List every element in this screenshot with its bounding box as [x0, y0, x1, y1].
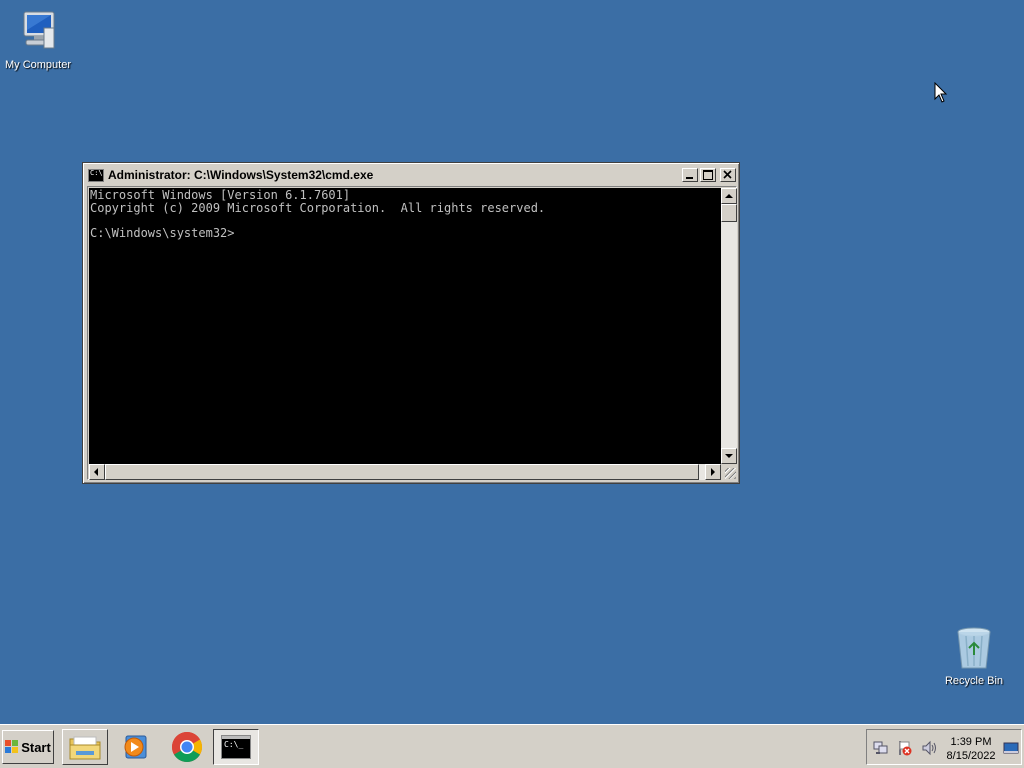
windows-flag-icon	[5, 740, 19, 754]
desktop: My Computer Recycle Bin C:\ Administrato…	[0, 0, 1024, 724]
console-frame: Microsoft Windows [Version 6.1.7601] Copy…	[87, 186, 737, 480]
chrome-icon	[171, 732, 203, 763]
system-tray: 1:39 PM 8/15/2022	[866, 729, 1022, 765]
action-center-icon[interactable]	[897, 740, 913, 756]
vertical-scroll-thumb[interactable]	[721, 204, 737, 222]
show-desktop-icon[interactable]	[1003, 740, 1019, 756]
maximize-button[interactable]	[700, 168, 716, 182]
vertical-scrollbar[interactable]	[721, 188, 737, 464]
console-prompt-line: C:\Windows\system32>	[90, 225, 235, 240]
scroll-right-button[interactable]	[705, 464, 721, 480]
volume-icon[interactable]	[921, 740, 937, 756]
my-computer-icon	[14, 8, 62, 56]
cmd-icon: C:\_	[221, 735, 251, 759]
close-button[interactable]	[720, 168, 736, 182]
network-icon[interactable]	[873, 740, 889, 756]
clock-date: 8/15/2022	[946, 750, 996, 762]
scroll-down-button[interactable]	[721, 448, 737, 464]
horizontal-scroll-thumb[interactable]	[105, 464, 699, 480]
taskbar-chrome-button[interactable]	[164, 729, 210, 765]
start-label: Start	[21, 739, 51, 755]
cmd-titlebar[interactable]: C:\ Administrator: C:\Windows\System32\c…	[86, 166, 736, 184]
close-icon	[723, 170, 732, 179]
media-player-icon	[124, 735, 147, 759]
my-computer-shortcut[interactable]: My Computer	[0, 8, 76, 72]
console-output[interactable]: Microsoft Windows [Version 6.1.7601] Copy…	[89, 188, 721, 464]
tray-clock[interactable]: 1:39 PM 8/15/2022	[939, 735, 1003, 763]
scroll-left-button[interactable]	[89, 464, 105, 480]
taskbar-cmd-button[interactable]: C:\_	[213, 729, 259, 765]
recycle-bin-icon	[950, 624, 998, 672]
recycle-bin-label: Recycle Bin	[944, 675, 1004, 687]
taskbar-explorer-button[interactable]	[62, 729, 108, 765]
my-computer-label: My Computer	[4, 59, 72, 71]
folder-icon	[69, 736, 101, 760]
horizontal-scrollbar[interactable]	[89, 464, 721, 480]
console-line: Microsoft Windows [Version 6.1.7601]	[90, 188, 351, 202]
scroll-up-button[interactable]	[721, 188, 737, 204]
cmd-window-icon[interactable]: C:\	[88, 168, 104, 182]
taskbar: Start C:\_ 1:39 PM 8/15/2022	[0, 724, 1024, 768]
cmd-window[interactable]: C:\ Administrator: C:\Windows\System32\c…	[82, 162, 740, 484]
taskbar-media-player-button[interactable]	[112, 729, 158, 765]
start-button[interactable]: Start	[2, 730, 54, 764]
cmd-window-title: Administrator: C:\Windows\System32\cmd.e…	[108, 168, 374, 182]
clock-time: 1:39 PM	[950, 736, 992, 748]
minimize-button[interactable]	[682, 168, 698, 182]
console-line: Copyright (c) 2009 Microsoft Corporation…	[90, 200, 546, 215]
recycle-bin-shortcut[interactable]: Recycle Bin	[936, 624, 1012, 688]
mouse-pointer-icon	[934, 81, 948, 109]
resize-grip[interactable]	[721, 464, 737, 480]
